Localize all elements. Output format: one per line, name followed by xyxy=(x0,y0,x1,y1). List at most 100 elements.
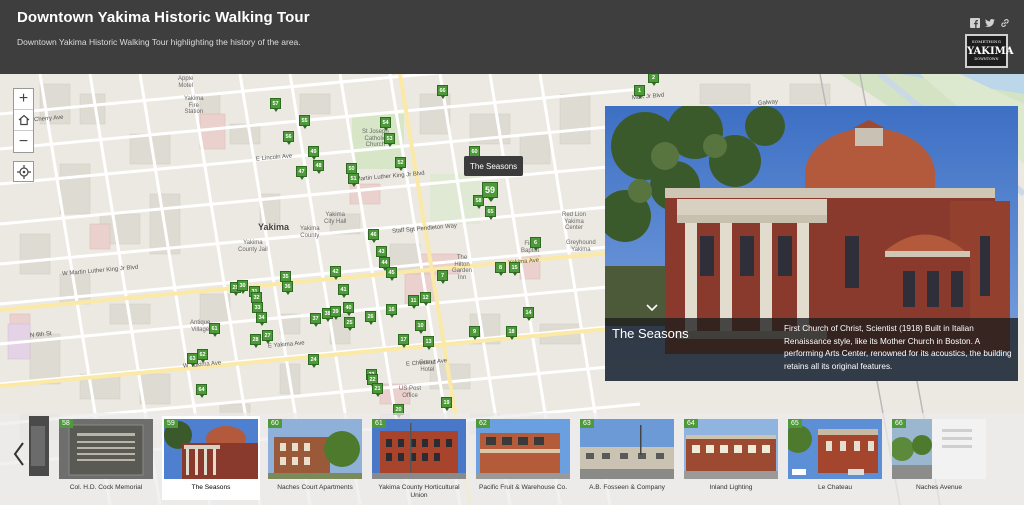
carousel-number-badge: 63 xyxy=(580,419,594,428)
twitter-icon[interactable] xyxy=(985,15,995,27)
downtown-yakima-logo: SOMETHING YAKIMA DOWNTOWN xyxy=(965,34,1014,68)
map-pin[interactable]: 12 xyxy=(420,292,431,306)
carousel-number-badge: 58 xyxy=(59,419,73,428)
carousel-card[interactable]: 63 A.B. Fosseen & Company xyxy=(578,416,676,500)
map-pin[interactable]: 61 xyxy=(209,323,220,337)
map-pin[interactable]: 45 xyxy=(386,267,397,281)
carousel-number-badge: 60 xyxy=(268,419,282,428)
chevron-left-icon xyxy=(13,442,24,466)
map-pin[interactable]: 52 xyxy=(395,157,406,171)
map-pin[interactable]: 1 xyxy=(634,85,645,99)
map-pin[interactable]: 53 xyxy=(384,133,395,147)
carousel-caption: The Seasons xyxy=(191,484,231,491)
carousel-number-badge: 61 xyxy=(372,419,386,428)
map-pin[interactable]: 64 xyxy=(196,384,207,398)
carousel-caption: Naches Avenue xyxy=(915,484,963,491)
carousel-number-badge: 59 xyxy=(164,419,178,428)
map-pin[interactable]: 36 xyxy=(282,281,293,295)
carousel-card[interactable]: 58 Col. H.D. Cock Memorial xyxy=(57,416,155,500)
map-pin[interactable]: 26 xyxy=(365,311,376,325)
map-pin[interactable]: 41 xyxy=(338,284,349,298)
map-pin[interactable]: 30 xyxy=(237,280,248,294)
poi-label: Apple Motel xyxy=(178,76,194,89)
map-pin[interactable]: 28 xyxy=(250,334,261,348)
facebook-icon[interactable] xyxy=(970,15,980,28)
map-pin[interactable]: 54 xyxy=(380,117,391,131)
carousel-card[interactable]: 60 Naches Court Apartments xyxy=(266,416,364,500)
map-pin[interactable]: 6 xyxy=(530,237,541,251)
map-pin[interactable]: 15 xyxy=(509,262,520,276)
map-pin[interactable]: 42 xyxy=(330,266,341,280)
poi-label: Red Lion Yakima Center xyxy=(562,212,587,232)
map-pin-active[interactable]: 59 xyxy=(482,182,498,202)
map-pin[interactable]: 10 xyxy=(415,320,426,334)
map-pin[interactable]: 8 xyxy=(495,262,506,276)
poi-label: Yakima City Hall xyxy=(324,212,347,225)
map-pin[interactable]: 55 xyxy=(299,115,310,129)
map-pin[interactable]: 47 xyxy=(296,166,307,180)
carousel-caption: A.B. Fosseen & Company xyxy=(589,484,665,491)
carousel-card[interactable]: 61 Yakima County Horticultural Union xyxy=(370,416,468,500)
map-pin[interactable]: 66 xyxy=(437,85,448,99)
carousel-number-badge: 66 xyxy=(892,419,906,428)
poi-label: Yakima County Jail xyxy=(238,240,268,253)
carousel-card[interactable]: 65 Le Chateau xyxy=(786,416,884,500)
map-pin[interactable]: 48 xyxy=(313,160,324,174)
map-pin[interactable]: 24 xyxy=(308,354,319,368)
app-root: Downtown Yakima Historic Walking Tour Do… xyxy=(0,0,1024,505)
map-pin[interactable]: 51 xyxy=(348,173,359,187)
carousel-caption: Pacific Fruit & Warehouse Co. xyxy=(478,484,568,491)
map-pin[interactable]: 40 xyxy=(343,302,354,316)
page-subtitle: Downtown Yakima Historic Walking Tour hi… xyxy=(17,37,301,47)
map-pin[interactable]: 39 xyxy=(330,306,341,320)
map-pin[interactable]: 25 xyxy=(344,317,355,331)
carousel-prev-thumb xyxy=(29,416,49,476)
carousel-card[interactable]: 64 Inland Lighting xyxy=(682,416,780,500)
poi-label: The Hilton Garden Inn xyxy=(452,255,473,281)
map-pin[interactable]: 37 xyxy=(310,313,321,327)
link-icon[interactable] xyxy=(1000,15,1010,27)
map-pin[interactable]: 63 xyxy=(187,353,198,367)
zoom-in-button[interactable]: + xyxy=(14,89,33,110)
map-pin[interactable]: 65 xyxy=(485,206,496,220)
map-pin[interactable]: 19 xyxy=(441,397,452,411)
logo-line2: YAKIMA xyxy=(967,46,1014,57)
carousel-number-badge: 62 xyxy=(476,419,490,428)
map-pin[interactable]: 34 xyxy=(256,312,267,326)
map-pin[interactable]: 27 xyxy=(262,330,273,344)
poi-label: Yakima County xyxy=(300,226,320,239)
carousel-card[interactable]: 66 Naches Avenue xyxy=(890,416,990,500)
city-label: Yakima xyxy=(258,222,290,232)
carousel-card[interactable]: 59 The Seasons xyxy=(162,416,260,500)
map-pin[interactable]: 14 xyxy=(523,307,534,321)
chevron-down-icon[interactable] xyxy=(646,304,660,314)
carousel-caption: Inland Lighting xyxy=(709,484,753,491)
map-pin[interactable]: 9 xyxy=(469,326,480,340)
locate-button[interactable] xyxy=(13,161,34,182)
map-pin[interactable]: 57 xyxy=(270,98,281,112)
zoom-out-button[interactable]: − xyxy=(14,131,33,152)
logo-line1: SOMETHING xyxy=(971,39,1002,44)
map-pin[interactable]: 16 xyxy=(386,304,397,318)
map-pin[interactable]: 18 xyxy=(506,326,517,340)
map-pin[interactable]: 11 xyxy=(408,295,419,309)
carousel-number-badge: 64 xyxy=(684,419,698,428)
panel-title: The Seasons xyxy=(612,326,689,341)
map-pin[interactable]: 2 xyxy=(648,74,659,86)
carousel-prev-button[interactable] xyxy=(12,440,28,470)
home-button[interactable] xyxy=(14,110,33,131)
map-pin[interactable]: 49 xyxy=(308,146,319,160)
carousel-card[interactable]: 62 Pacific Fruit & Warehouse Co. xyxy=(474,416,572,500)
map-pin[interactable]: 13 xyxy=(423,336,434,350)
map-pin[interactable]: 43 xyxy=(376,246,387,260)
panel-description: First Church of Christ, Scientist (1918)… xyxy=(784,324,1012,371)
map-pin[interactable]: 56 xyxy=(283,131,294,145)
map-pin[interactable]: 17 xyxy=(398,334,409,348)
carousel-caption: Naches Court Apartments xyxy=(277,484,353,491)
carousel-thumbnail: 60 xyxy=(268,419,362,479)
map-pin[interactable]: 62 xyxy=(197,349,208,363)
map-pin[interactable]: 7 xyxy=(437,270,448,284)
map-pin[interactable]: 46 xyxy=(368,229,379,243)
zoom-controls: + − xyxy=(13,88,34,153)
map-pin[interactable]: 21 xyxy=(372,383,383,397)
